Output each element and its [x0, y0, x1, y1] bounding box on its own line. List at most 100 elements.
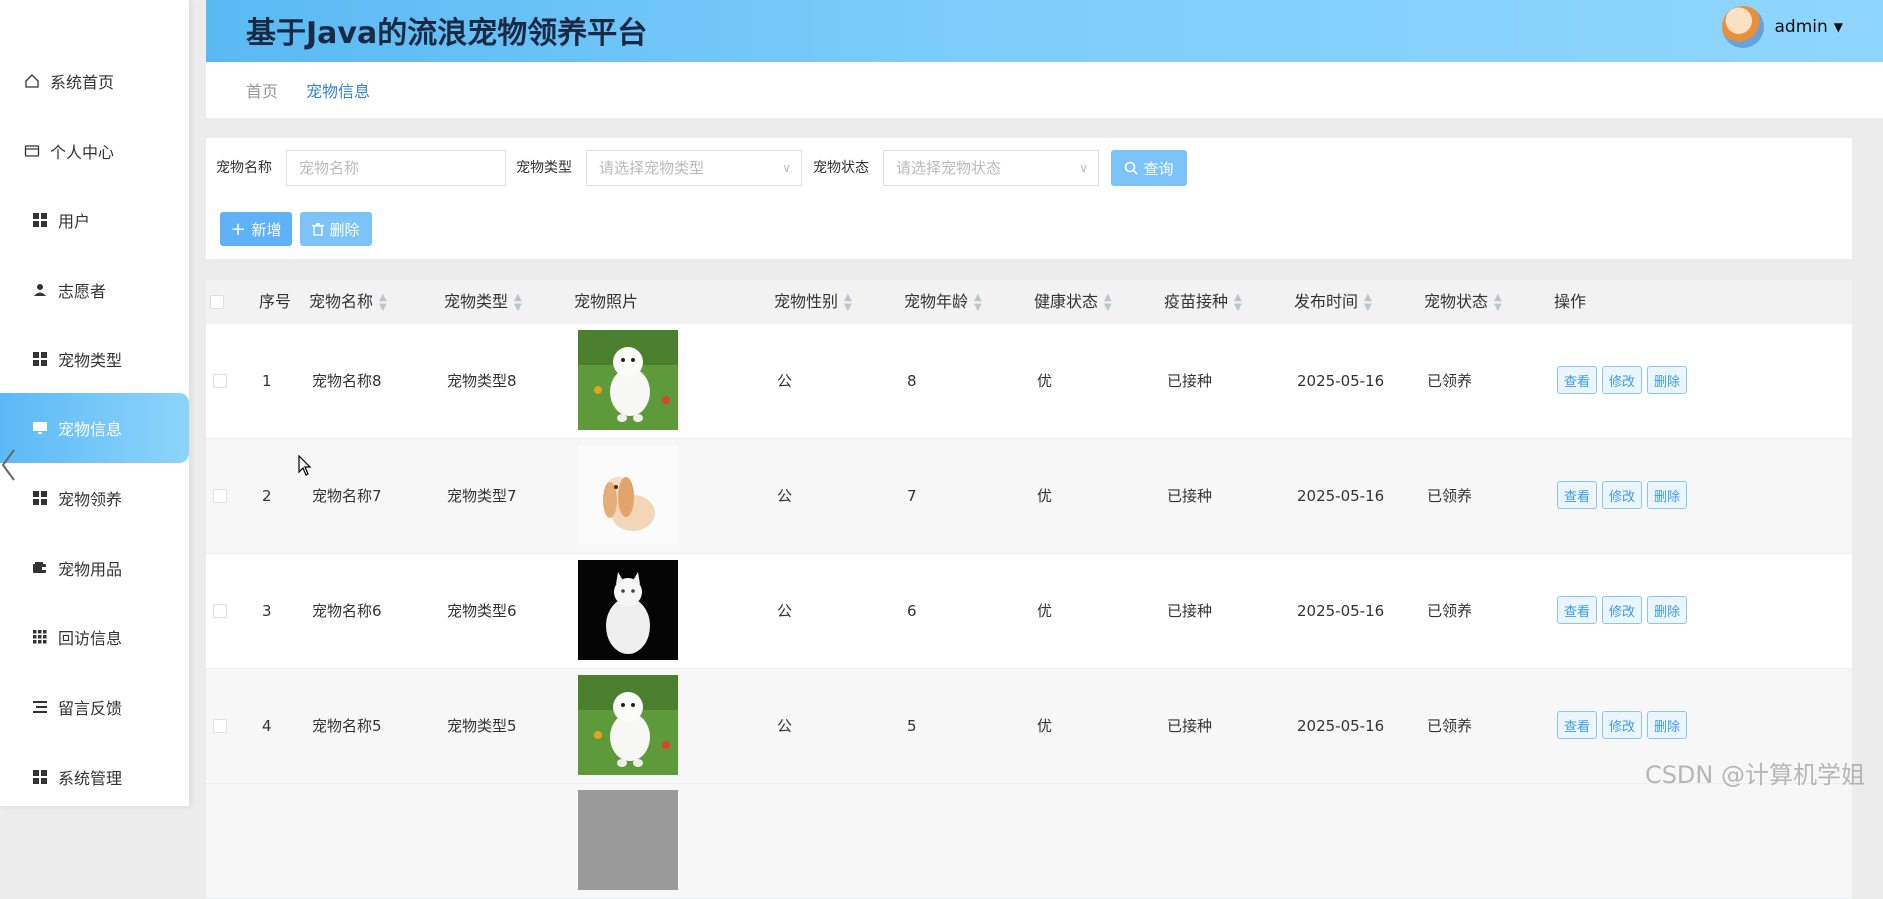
table-row[interactable]: 3宠物名称6宠物类型6公6优已接种2025-05-16已领养查看修改删除	[206, 554, 1852, 669]
cell-vaccine: 已接种	[1167, 439, 1212, 553]
pet-type-select[interactable]: 请选择宠物类型∨	[586, 150, 802, 186]
batch-delete-button[interactable]: 删除	[300, 212, 372, 246]
sidebar-item-feedback[interactable]: 留言反馈	[0, 672, 189, 742]
avatar[interactable]	[1722, 6, 1764, 48]
sidebar-item-profile[interactable]: 个人中心	[0, 116, 189, 186]
cell-index: 2	[262, 439, 272, 553]
sidebar-item-home[interactable]: 系统首页	[0, 46, 189, 116]
pet-name-placeholder: 宠物名称	[299, 159, 359, 177]
watermark: CSDN @计算机学姐	[1645, 755, 1865, 790]
person-icon	[30, 280, 50, 300]
col-health[interactable]: 健康状态▲▼	[1034, 280, 1112, 324]
col-name[interactable]: 宠物名称▲▼	[309, 280, 387, 324]
col-date[interactable]: 发布时间▲▼	[1294, 280, 1372, 324]
table-row[interactable]: 1宠物名称8宠物类型8公8优已接种2025-05-16已领养查看修改删除	[206, 324, 1852, 439]
sidebar-item-label: 宠物领养	[58, 486, 122, 510]
col-photo: 宠物照片	[574, 280, 638, 324]
sort-icon[interactable]: ▲▼	[1364, 293, 1372, 313]
delete-label: 删除	[1654, 486, 1680, 505]
delete-button[interactable]: 删除	[1647, 481, 1687, 509]
view-label: 查看	[1564, 601, 1590, 620]
row-checkbox[interactable]	[213, 489, 227, 503]
col-status[interactable]: 宠物状态▲▼	[1424, 280, 1502, 324]
home-icon	[22, 71, 42, 91]
row-checkbox[interactable]	[213, 719, 227, 733]
sidebar-item-supplies[interactable]: 宠物用品	[0, 533, 189, 603]
sidebar-item-users[interactable]: 用户	[0, 185, 189, 255]
cell-gender: 公	[777, 324, 792, 438]
cell-name: 宠物名称5	[312, 669, 382, 783]
delete-label: 删除	[1654, 716, 1680, 735]
grid-icon	[30, 767, 50, 787]
collapse-arrow-icon[interactable]	[0, 448, 18, 482]
cell-type: 宠物类型7	[447, 439, 517, 553]
view-button[interactable]: 查看	[1557, 366, 1597, 394]
pet-photo[interactable]	[578, 560, 678, 660]
cell-status: 已领养	[1427, 324, 1472, 438]
col-age[interactable]: 宠物年龄▲▼	[904, 280, 982, 324]
sidebar-item-pet-info[interactable]: 宠物信息	[0, 393, 189, 463]
row-checkbox[interactable]	[213, 374, 227, 388]
sidebar-item-adoption[interactable]: 宠物领养	[0, 463, 189, 533]
col-vaccine[interactable]: 疫苗接种▲▼	[1164, 280, 1242, 324]
grid-icon	[30, 210, 50, 230]
pet-name-label: 宠物名称	[216, 150, 272, 186]
delete-button[interactable]: 删除	[1647, 366, 1687, 394]
query-button[interactable]: 查询	[1111, 150, 1187, 186]
view-button[interactable]: 查看	[1557, 481, 1597, 509]
sort-icon[interactable]: ▲▼	[844, 293, 852, 313]
sort-icon[interactable]: ▲▼	[1494, 293, 1502, 313]
col-gender[interactable]: 宠物性别 ▲▼	[774, 280, 852, 324]
grid-icon	[30, 349, 50, 369]
cell-status: 已领养	[1427, 554, 1472, 668]
user-name: admin	[1774, 17, 1827, 37]
sort-icon[interactable]: ▲▼	[379, 293, 387, 313]
pet-photo[interactable]	[578, 675, 678, 775]
sidebar: 系统首页 个人中心 用户 志愿者 宠物类型 宠物信息 宠物领养 宠物用品 回访信…	[0, 0, 189, 806]
delete-label: 删除	[1654, 601, 1680, 620]
sidebar-item-pet-types[interactable]: 宠物类型	[0, 324, 189, 394]
pet-name-input[interactable]: 宠物名称	[286, 150, 506, 186]
cell-name: 宠物名称7	[312, 439, 382, 553]
add-button[interactable]: + 新增	[220, 212, 292, 246]
sidebar-item-volunteers[interactable]: 志愿者	[0, 255, 189, 325]
breadcrumb: 首页 宠物信息	[206, 62, 1883, 118]
sort-icon[interactable]: ▲▼	[1234, 293, 1242, 313]
pet-photo[interactable]	[578, 330, 678, 430]
table-row[interactable]: 4宠物名称5宠物类型5公5优已接种2025-05-16已领养查看修改删除	[206, 669, 1852, 784]
view-button[interactable]: 查看	[1557, 596, 1597, 624]
apps-icon	[30, 627, 50, 647]
pet-photo[interactable]	[578, 445, 678, 545]
pet-status-select[interactable]: 请选择宠物状态∨	[883, 150, 1099, 186]
view-button[interactable]: 查看	[1557, 711, 1597, 739]
delete-button[interactable]: 删除	[1647, 711, 1687, 739]
sidebar-item-revisits[interactable]: 回访信息	[0, 602, 189, 672]
delete-button[interactable]: 删除	[1647, 596, 1687, 624]
select-all-checkbox[interactable]	[210, 295, 224, 309]
cell-health: 优	[1037, 669, 1052, 783]
col-type[interactable]: 宠物类型▲▼	[444, 280, 522, 324]
pet-photo	[578, 790, 678, 890]
edit-button[interactable]: 修改	[1602, 596, 1642, 624]
cell-type: 宠物类型5	[447, 669, 517, 783]
view-label: 查看	[1564, 371, 1590, 390]
cell-health: 优	[1037, 439, 1052, 553]
table-row[interactable]: 2宠物名称7宠物类型7公7优已接种2025-05-16已领养查看修改删除	[206, 439, 1852, 554]
row-checkbox[interactable]	[213, 604, 227, 618]
cell-gender: 公	[777, 554, 792, 668]
sort-icon[interactable]: ▲▼	[1104, 293, 1112, 313]
id-card-icon	[22, 141, 42, 161]
edit-label: 修改	[1609, 716, 1635, 735]
sort-icon[interactable]: ▲▼	[974, 293, 982, 313]
edit-button[interactable]: 修改	[1602, 366, 1642, 394]
edit-button[interactable]: 修改	[1602, 481, 1642, 509]
cell-type: 宠物类型6	[447, 554, 517, 668]
sidebar-item-system[interactable]: 系统管理	[0, 742, 189, 812]
search-icon	[1124, 161, 1138, 175]
user-menu[interactable]: admin ▼	[1722, 6, 1843, 48]
sort-icon[interactable]: ▲▼	[514, 293, 522, 313]
pet-status-placeholder: 请选择宠物状态	[896, 159, 1001, 177]
breadcrumb-home[interactable]: 首页	[246, 78, 278, 102]
edit-button[interactable]: 修改	[1602, 711, 1642, 739]
col-gender-label: 宠物性别	[774, 292, 838, 311]
